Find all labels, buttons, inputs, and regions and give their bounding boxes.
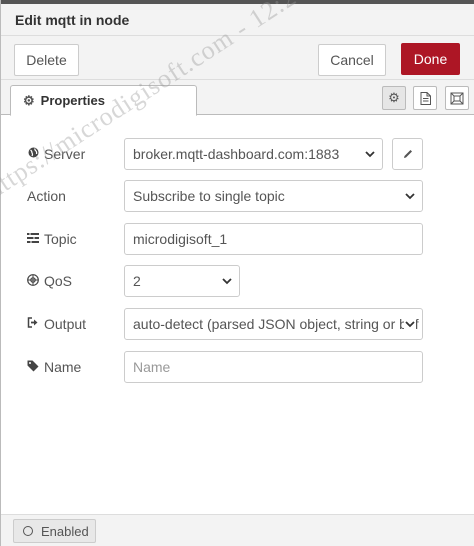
tab-properties-label: Properties bbox=[40, 93, 105, 108]
empire-icon bbox=[27, 273, 39, 289]
appearance-icon bbox=[450, 92, 464, 104]
cancel-button[interactable]: Cancel bbox=[318, 44, 386, 76]
qos-label: QoS bbox=[27, 273, 72, 289]
sign-out-icon bbox=[27, 317, 39, 331]
tasks-icon bbox=[27, 232, 39, 246]
action-select[interactable]: Subscribe to single topic bbox=[124, 180, 423, 212]
edit-tray: Edit mqtt in node Delete Cancel Done ⚙ P… bbox=[0, 0, 474, 546]
chevron-down-icon bbox=[405, 193, 415, 200]
qos-row: QoS 2 bbox=[1, 265, 474, 297]
description-icon bbox=[420, 91, 431, 105]
output-select[interactable]: auto-detect (parsed JSON object, string … bbox=[124, 308, 423, 340]
name-input[interactable]: Name bbox=[124, 351, 423, 383]
tab-appearance[interactable] bbox=[445, 86, 469, 110]
name-label: Name bbox=[27, 359, 81, 375]
action-label: Action bbox=[27, 188, 66, 204]
topic-label: Topic bbox=[27, 231, 77, 247]
tray-toolbar: Delete Cancel Done bbox=[1, 36, 474, 80]
enabled-toggle[interactable]: Enabled bbox=[13, 519, 96, 543]
chevron-down-icon bbox=[222, 278, 232, 285]
topic-input[interactable]: microdigisoft_1 bbox=[124, 223, 423, 255]
tray-title: Edit mqtt in node bbox=[15, 12, 130, 28]
tag-icon bbox=[27, 360, 39, 375]
output-row: Output auto-detect (parsed JSON object, … bbox=[1, 308, 474, 340]
chevron-down-icon bbox=[365, 151, 375, 158]
server-label: Server bbox=[27, 146, 85, 162]
pencil-icon bbox=[403, 150, 412, 158]
tab-description[interactable] bbox=[413, 86, 437, 110]
server-row: Server broker.mqtt-dashboard.com:1883 bbox=[1, 138, 474, 170]
output-label: Output bbox=[27, 316, 86, 332]
globe-icon bbox=[27, 147, 39, 161]
tabs-bar: ⚙ Properties ⚙ bbox=[1, 80, 474, 116]
circle-icon bbox=[23, 526, 33, 536]
delete-button[interactable]: Delete bbox=[14, 44, 79, 76]
topic-row: Topic microdigisoft_1 bbox=[1, 223, 474, 255]
tab-properties[interactable]: ⚙ Properties bbox=[10, 85, 197, 116]
tray-footer: Enabled bbox=[1, 514, 474, 546]
tab-settings[interactable]: ⚙ bbox=[382, 86, 406, 110]
name-row: Name Name bbox=[1, 351, 474, 383]
gear-icon: ⚙ bbox=[388, 90, 400, 105]
chevron-down-icon bbox=[404, 318, 416, 330]
edit-server-button[interactable] bbox=[392, 138, 423, 170]
done-button[interactable]: Done bbox=[401, 43, 460, 75]
tray-header: Edit mqtt in node bbox=[1, 4, 474, 36]
server-select[interactable]: broker.mqtt-dashboard.com:1883 bbox=[124, 138, 383, 170]
action-row: Action Subscribe to single topic bbox=[1, 180, 474, 212]
gear-icon: ⚙ bbox=[23, 92, 35, 108]
qos-select[interactable]: 2 bbox=[124, 265, 240, 297]
